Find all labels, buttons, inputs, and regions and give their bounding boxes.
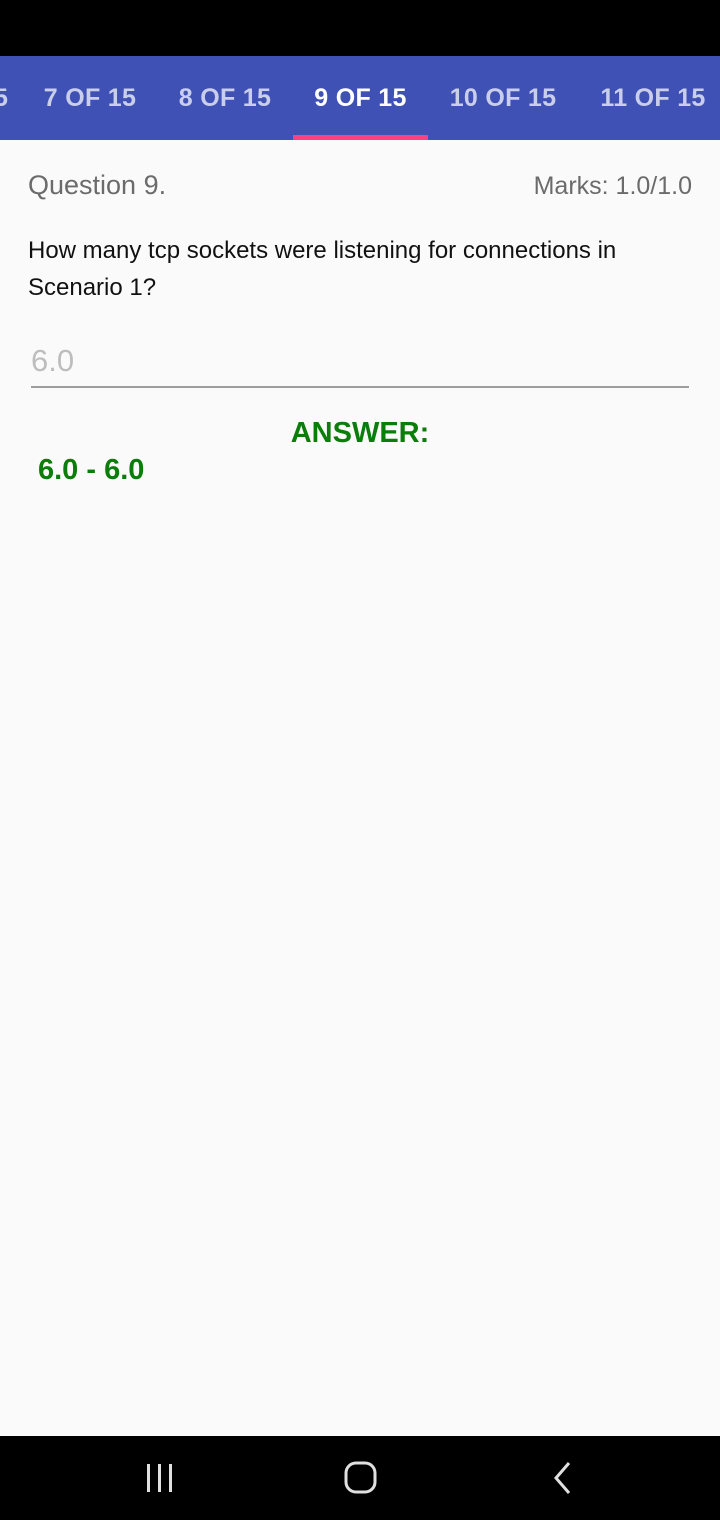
recents-icon[interactable] [135, 1458, 185, 1498]
status-bar [0, 0, 720, 56]
question-title: Question 9. [28, 170, 167, 200]
question-content: Question 9. Marks: 1.0/1.0 How many tcp … [0, 140, 720, 1436]
correct-answer-value: 6.0 - 6.0 [38, 454, 145, 486]
tab-question-8[interactable]: 8 OF 15 [165, 56, 285, 140]
question-text: How many tcp sockets were listening for … [28, 237, 617, 301]
home-icon[interactable] [335, 1458, 385, 1498]
marks-label: Marks: 1.0/1.0 [533, 172, 692, 200]
question-tab-bar: 6 OF 15 7 OF 15 8 OF 15 9 OF 15 10 OF 15… [0, 56, 720, 140]
answer-input[interactable] [31, 336, 689, 388]
tab-question-7[interactable]: 7 OF 15 [30, 56, 150, 140]
tab-question-11[interactable]: 11 OF 15 [588, 56, 718, 140]
back-icon[interactable] [538, 1458, 588, 1498]
tab-question-6[interactable]: 6 OF 15 [0, 56, 12, 140]
system-nav-bar [0, 1436, 720, 1520]
tab-question-9[interactable]: 9 OF 15 [293, 56, 428, 140]
answer-heading: ANSWER: [290, 417, 430, 449]
tab-question-10[interactable]: 10 OF 15 [437, 56, 569, 140]
